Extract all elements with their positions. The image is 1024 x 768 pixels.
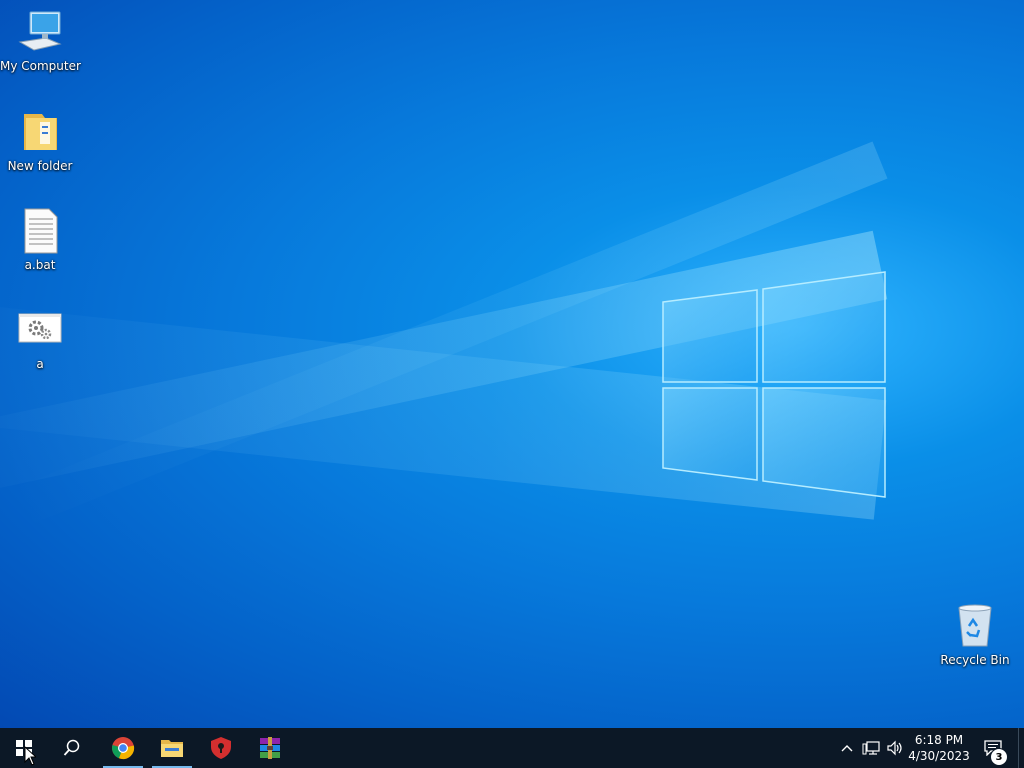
- desktop-icon-new-folder[interactable]: New folder: [0, 108, 80, 173]
- chrome-icon: [112, 737, 135, 760]
- desktop-icon-label: a: [36, 357, 44, 371]
- network-icon: [862, 741, 880, 755]
- desktop-icon-a[interactable]: a: [0, 306, 80, 371]
- notification-count-badge: 3: [990, 748, 1008, 766]
- clock[interactable]: 6:18 PM 4/30/2023: [906, 728, 972, 768]
- windows-logo-wallpaper: [662, 271, 886, 498]
- desktop-icon-recycle-bin[interactable]: Recycle Bin: [935, 602, 1015, 667]
- search-button[interactable]: [48, 728, 96, 768]
- taskbar-shield-app[interactable]: [197, 728, 245, 768]
- chevron-up-icon: [841, 745, 853, 752]
- desktop-icon-label: My Computer: [0, 59, 81, 73]
- clock-time: 6:18 PM: [914, 733, 964, 747]
- tray-network[interactable]: [860, 728, 882, 768]
- taskbar-chrome[interactable]: [99, 728, 147, 768]
- winrar-icon: [260, 737, 280, 759]
- clock-date: 4/30/2023: [908, 749, 970, 763]
- search-icon: [63, 739, 80, 756]
- taskbar: 6:18 PM 4/30/2023: [0, 728, 1024, 768]
- folder-icon: [161, 740, 183, 757]
- batch-file-icon: [24, 208, 58, 254]
- recycle-bin-icon: [958, 604, 992, 647]
- volume-icon: [887, 740, 902, 756]
- mouse-cursor-icon: [24, 746, 36, 766]
- taskbar-file-explorer[interactable]: [148, 728, 196, 768]
- tray-overflow-button[interactable]: [838, 728, 856, 768]
- desktop-icon-label: Recycle Bin: [940, 653, 1010, 667]
- taskbar-winrar[interactable]: [246, 728, 294, 768]
- red-shield-icon: [211, 737, 231, 759]
- desktop: My Computer New folder a.bat a Recycle B…: [0, 0, 1024, 728]
- gears-shortcut-icon: [18, 313, 62, 343]
- desktop-icon-label: a.bat: [24, 258, 56, 272]
- desktop-icon-my-computer[interactable]: My Computer: [0, 8, 81, 73]
- tray-volume[interactable]: [884, 728, 906, 768]
- desktop-icon-a-bat[interactable]: a.bat: [0, 207, 80, 272]
- show-desktop-button[interactable]: [1018, 728, 1024, 768]
- desktop-icon-label: New folder: [7, 159, 73, 173]
- folder-icon: [24, 114, 57, 150]
- computer-icon: [18, 11, 62, 51]
